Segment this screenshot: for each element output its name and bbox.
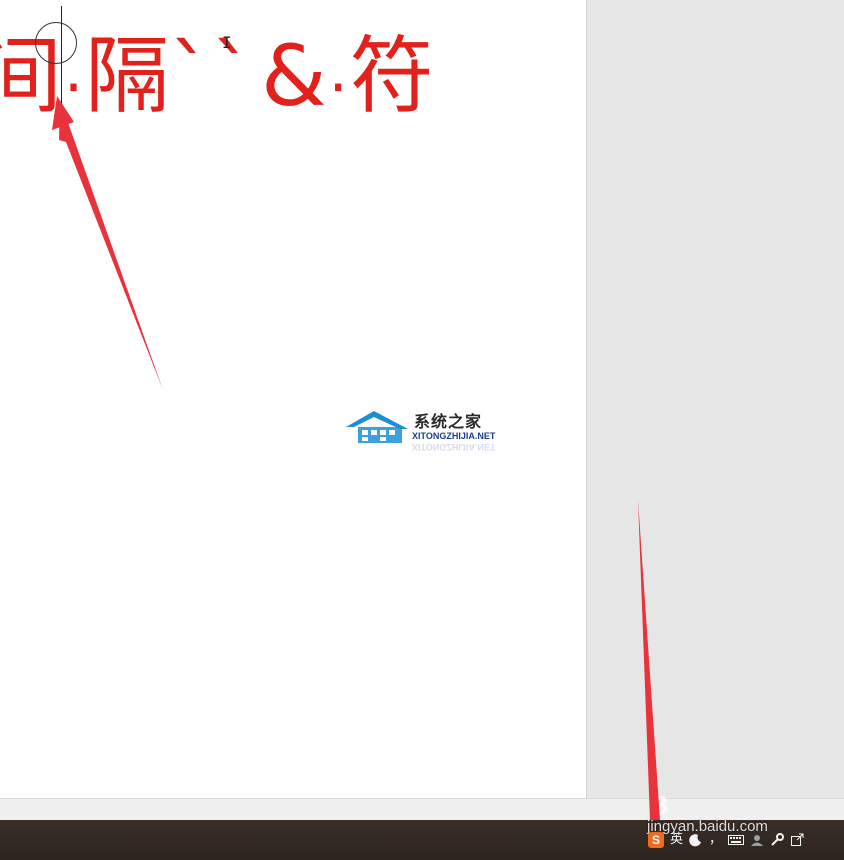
right-pane	[586, 0, 844, 798]
doc-separator-dot: ·	[64, 53, 84, 123]
watermark-url-reflection: XITONGZHIJIA.NET	[412, 442, 496, 452]
doc-separator-dot: ·	[328, 53, 348, 123]
doc-char: 隔	[85, 27, 170, 125]
ibeam-cursor-icon: Ι	[222, 33, 232, 52]
external-link-icon[interactable]	[790, 833, 804, 847]
doc-char: 符	[349, 27, 434, 125]
doc-char: &	[261, 27, 327, 125]
highlight-circle	[35, 22, 77, 64]
doc-char: `	[169, 27, 212, 125]
keyboard-icon[interactable]	[728, 834, 744, 846]
site-watermark-logo: 系统之家 XITONGZHIJIA.NET XITONGZHIJIA.NET	[344, 405, 496, 453]
house-icon	[346, 411, 408, 443]
wrench-icon[interactable]	[770, 833, 784, 847]
user-icon[interactable]	[750, 833, 764, 847]
moon-icon[interactable]	[689, 833, 703, 847]
baidu-watermark-logo: B	[650, 790, 669, 820]
document-page[interactable]: 间 · 隔 ` ` & · 符 Ι 系统之家 XITONGZHIJIA.NET …	[0, 0, 586, 798]
watermark-title: 系统之家	[414, 412, 483, 431]
baidu-watermark-text: jingyan.baidu.com	[647, 818, 768, 835]
watermark-url: XITONGZHIJIA.NET	[412, 431, 496, 441]
